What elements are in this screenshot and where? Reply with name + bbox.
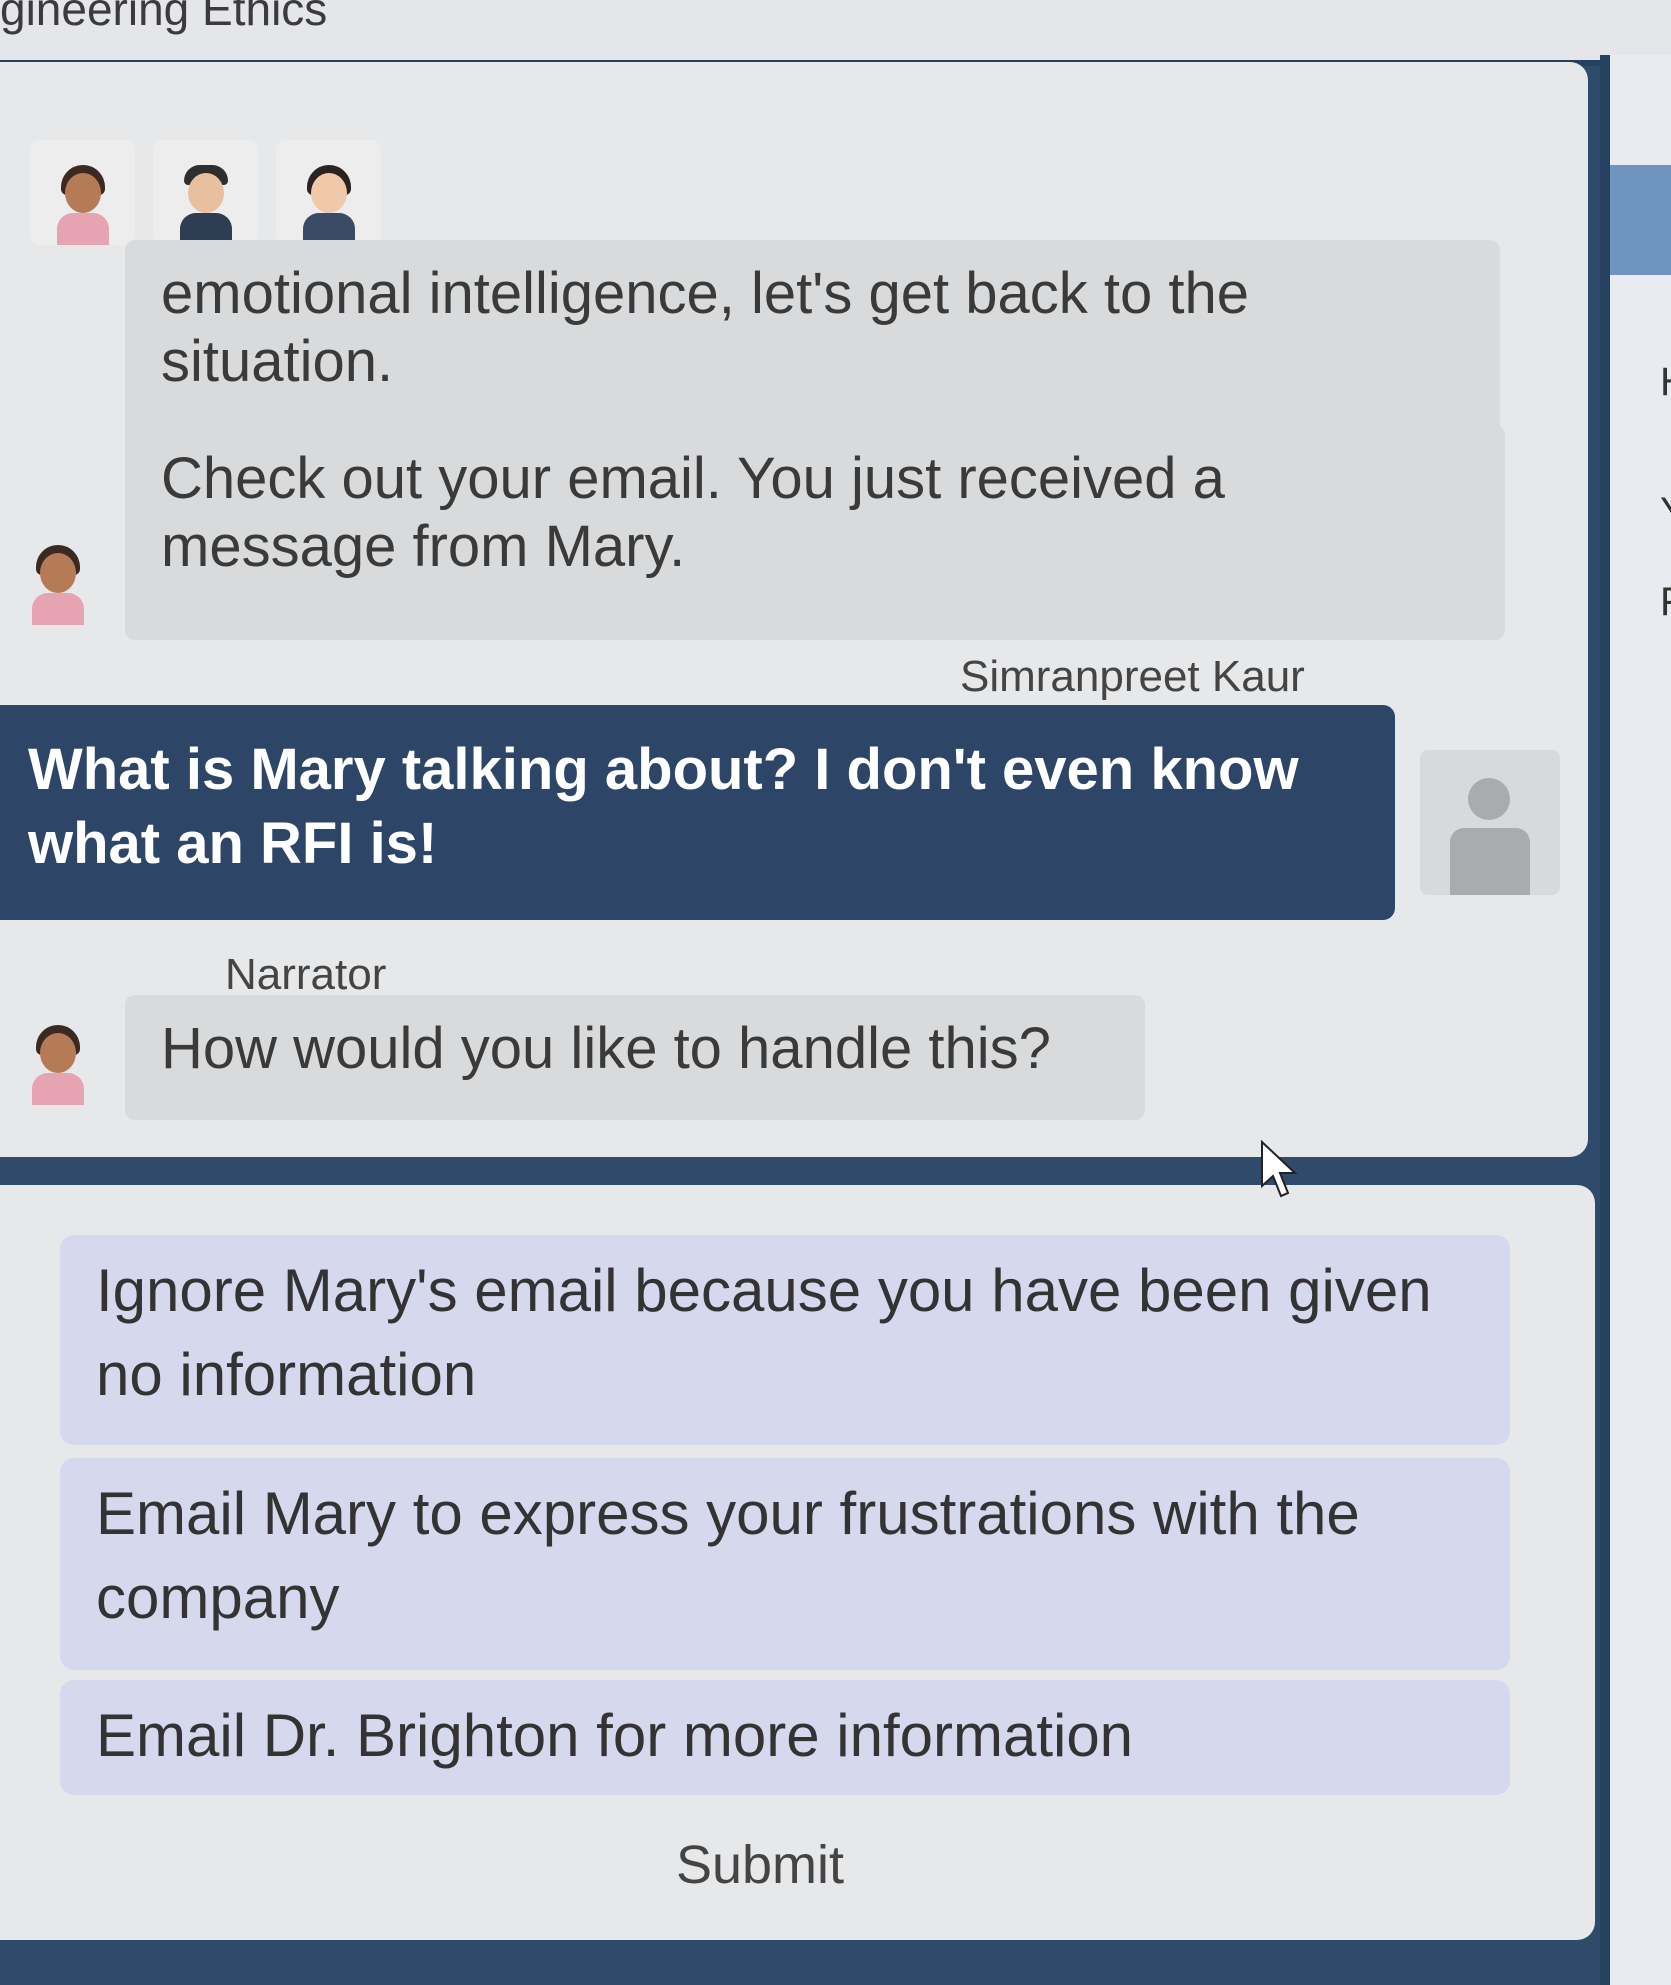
speaker-name-user: Simranpreet Kaur <box>960 652 1305 701</box>
mouse-cursor-icon <box>1261 1140 1298 1198</box>
chat-message: emotional intelligence, let's get back t… <box>125 240 1500 450</box>
top-bar: gineering Ethics <box>0 0 1671 66</box>
speaker-name-narrator: Narrator <box>225 950 387 999</box>
user-avatar-icon <box>1420 750 1560 895</box>
male-avatar-icon <box>176 165 236 245</box>
module-title: gineering Ethics <box>0 0 328 35</box>
right-panel-text-2: Y <box>1660 490 1671 535</box>
narrator-avatar-icon <box>28 545 88 625</box>
choice-option-express-frustration[interactable]: Email Mary to express your frustrations … <box>60 1458 1510 1670</box>
submit-button[interactable]: Submit <box>670 1830 850 1900</box>
participant-avatars <box>30 140 381 245</box>
avatar-male-colleague[interactable] <box>153 140 258 245</box>
right-panel-accent <box>1610 165 1671 275</box>
narrator-avatar-icon <box>28 1025 88 1105</box>
female-avatar-icon <box>299 165 359 245</box>
avatar-narrator[interactable] <box>30 140 135 245</box>
user-message: What is Mary talking about? I don't even… <box>0 705 1395 920</box>
narrator-message: How would you like to handle this? <box>125 995 1145 1120</box>
choice-option-email-brighton[interactable]: Email Dr. Brighton for more information <box>60 1680 1510 1795</box>
right-side-panel: H Y F <box>1600 55 1671 1985</box>
right-panel-text-1: H <box>1660 360 1671 405</box>
chat-message: Check out your email. You just received … <box>125 425 1505 640</box>
right-panel-text-3: F <box>1660 580 1671 625</box>
female-avatar-icon <box>53 165 113 245</box>
avatar-female-colleague[interactable] <box>276 140 381 245</box>
choice-option-ignore[interactable]: Ignore Mary's email because you have bee… <box>60 1235 1510 1445</box>
